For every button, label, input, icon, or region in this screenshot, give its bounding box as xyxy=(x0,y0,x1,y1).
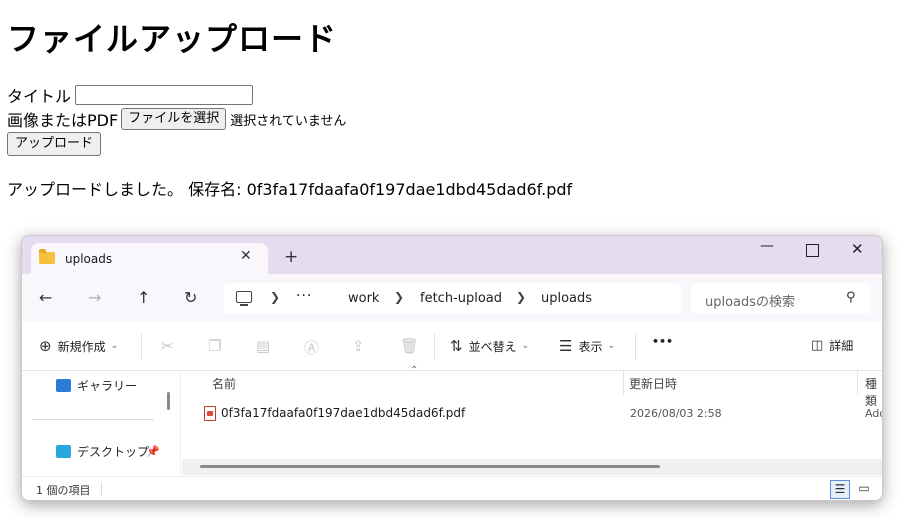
rename-icon[interactable]: Ⓐ xyxy=(304,337,319,358)
pdf-file-icon xyxy=(204,406,216,421)
sort-icon: ⇅ xyxy=(450,337,463,355)
computer-icon xyxy=(236,291,252,306)
file-row: 画像またはPDF ファイルを選択 選択されていません xyxy=(7,107,346,131)
chevron-down-icon: ⌄ xyxy=(521,341,530,351)
desktop-icon xyxy=(56,445,71,458)
file-name: 0f3fa17fdaafa0f197dae1dbd45dad6f.pdf xyxy=(221,406,466,420)
command-bar: ⊕ 新規作成 ⌄ ✂ ❐ ▤ Ⓐ ⇪ 🗑 ⇅ 並べ替え ⌄ ☰ 表示 ⌄ •••… xyxy=(22,322,882,371)
details-pane-label: 詳細 xyxy=(829,339,854,353)
pane-divider[interactable] xyxy=(180,371,181,476)
cut-icon[interactable]: ✂ xyxy=(161,337,174,355)
page-title: ファイルアップロード xyxy=(7,20,338,58)
sidebar-item-desktop[interactable]: デスクトップ xyxy=(56,443,149,460)
search-icon: ⚲ xyxy=(846,290,856,305)
breadcrumb-uploads[interactable]: uploads xyxy=(541,291,592,306)
file-status-text: 選択されていません xyxy=(230,113,347,129)
details-pane-button[interactable]: ◫ 詳細 xyxy=(811,337,853,354)
submit-row: アップロード xyxy=(7,132,102,156)
chevron-right-icon: ❯ xyxy=(516,290,527,304)
divider xyxy=(434,334,435,360)
navigation-pane: ギャラリー デスクトップ xyxy=(22,371,180,476)
column-header-type[interactable]: 種類 xyxy=(865,375,882,409)
upload-button[interactable]: アップロード xyxy=(7,132,102,156)
chevron-down-icon: ⌄ xyxy=(607,341,616,351)
divider xyxy=(32,419,154,420)
divider xyxy=(635,334,636,360)
new-button-label: 新規作成 xyxy=(57,339,106,354)
title-bar: uploads ✕ + — ✕ xyxy=(22,236,882,274)
chevron-right-icon: ❯ xyxy=(270,290,281,304)
scrollbar-thumb[interactable] xyxy=(200,465,660,468)
address-bar[interactable]: ❯ ··· work ❯ fetch-upload ❯ uploads xyxy=(224,283,682,314)
folder-icon xyxy=(39,249,55,264)
tab-uploads[interactable]: uploads ✕ xyxy=(31,243,268,274)
maximize-button[interactable] xyxy=(806,244,819,257)
view-button-label: 表示 xyxy=(578,339,603,354)
sidebar-item-label: ギャラリー xyxy=(77,379,138,393)
new-button[interactable]: ⊕ 新規作成 ⌄ xyxy=(39,337,118,355)
title-label: タイトル xyxy=(7,87,72,106)
details-view-icon[interactable]: ☰ xyxy=(830,480,850,499)
divider xyxy=(141,334,142,360)
status-bar: 1 個の項目 ☰ ▭ xyxy=(22,476,882,500)
plus-circle-icon: ⊕ xyxy=(39,337,52,355)
copy-icon[interactable]: ❐ xyxy=(208,337,221,355)
details-pane-icon: ◫ xyxy=(811,338,824,353)
close-window-button[interactable]: ✕ xyxy=(851,240,864,258)
gallery-icon xyxy=(56,379,71,392)
refresh-icon[interactable]: ↻ xyxy=(184,288,197,307)
new-tab-button[interactable]: + xyxy=(284,247,298,267)
title-input[interactable] xyxy=(75,85,254,105)
sidebar-item-label: デスクトップ xyxy=(77,445,150,459)
column-resize-handle[interactable] xyxy=(857,371,858,395)
file-type: Ado xyxy=(865,407,882,420)
tiles-view-icon[interactable]: ▭ xyxy=(855,480,873,497)
search-box[interactable]: uploadsの検索 ⚲ xyxy=(691,283,871,314)
chevron-down-icon: ⌄ xyxy=(110,341,119,351)
column-header-name[interactable]: 名前 xyxy=(212,375,236,392)
column-header-modified[interactable]: 更新日時 xyxy=(629,375,677,392)
chevron-right-icon: ❯ xyxy=(394,290,405,304)
sort-button-label: 並べ替え xyxy=(468,339,517,354)
tab-close-icon[interactable]: ✕ xyxy=(240,248,252,264)
back-arrow-icon[interactable]: ← xyxy=(39,288,52,307)
pin-icon[interactable]: 📌 xyxy=(146,445,160,458)
file-explorer-window: uploads ✕ + — ✕ ← → ↑ ↻ ❯ ··· work ❯ fet… xyxy=(21,235,883,501)
file-label: 画像またはPDF xyxy=(7,111,119,130)
more-options-button[interactable]: ••• xyxy=(652,335,673,348)
tab-title: uploads xyxy=(65,252,113,266)
minimize-button[interactable]: — xyxy=(760,238,774,254)
sort-button[interactable]: ⇅ 並べ替え ⌄ xyxy=(450,337,529,355)
file-list: ⌃ 名前 更新日時 種類 0f3fa17fdaafa0f197dae1dbd45… xyxy=(182,365,882,476)
more-path-icon[interactable]: ··· xyxy=(296,288,312,304)
choose-file-button[interactable]: ファイルを選択 xyxy=(121,108,227,130)
breadcrumb-fetch-upload[interactable]: fetch-upload xyxy=(420,291,502,306)
divider xyxy=(101,482,102,496)
column-resize-handle[interactable] xyxy=(623,371,624,395)
sidebar-scrollbar[interactable] xyxy=(167,392,170,410)
sidebar-item-gallery[interactable]: ギャラリー xyxy=(56,377,137,394)
search-placeholder: uploadsの検索 xyxy=(705,295,796,310)
view-button[interactable]: ☰ 表示 ⌄ xyxy=(559,337,615,355)
view-list-icon: ☰ xyxy=(559,337,573,355)
title-row: タイトル xyxy=(7,83,254,107)
item-count: 1 個の項目 xyxy=(36,484,91,497)
file-row[interactable]: 0f3fa17fdaafa0f197dae1dbd45dad6f.pdf 202… xyxy=(202,405,882,427)
forward-arrow-icon[interactable]: → xyxy=(88,288,101,307)
share-icon[interactable]: ⇪ xyxy=(352,337,365,355)
horizontal-scrollbar[interactable] xyxy=(182,459,882,475)
paste-icon[interactable]: ▤ xyxy=(256,337,270,355)
breadcrumb-work[interactable]: work xyxy=(348,291,379,306)
file-modified: 2026/08/03 2:58 xyxy=(630,407,722,420)
upload-result-message: アップロードしました。 保存名: 0f3fa17fdaafa0f197dae1d… xyxy=(7,180,573,199)
delete-icon[interactable]: 🗑 xyxy=(400,337,419,355)
up-arrow-icon[interactable]: ↑ xyxy=(137,288,150,307)
sort-ascending-icon: ⌃ xyxy=(410,365,419,376)
navigation-bar: ← → ↑ ↻ ❯ ··· work ❯ fetch-upload ❯ uplo… xyxy=(22,274,882,322)
